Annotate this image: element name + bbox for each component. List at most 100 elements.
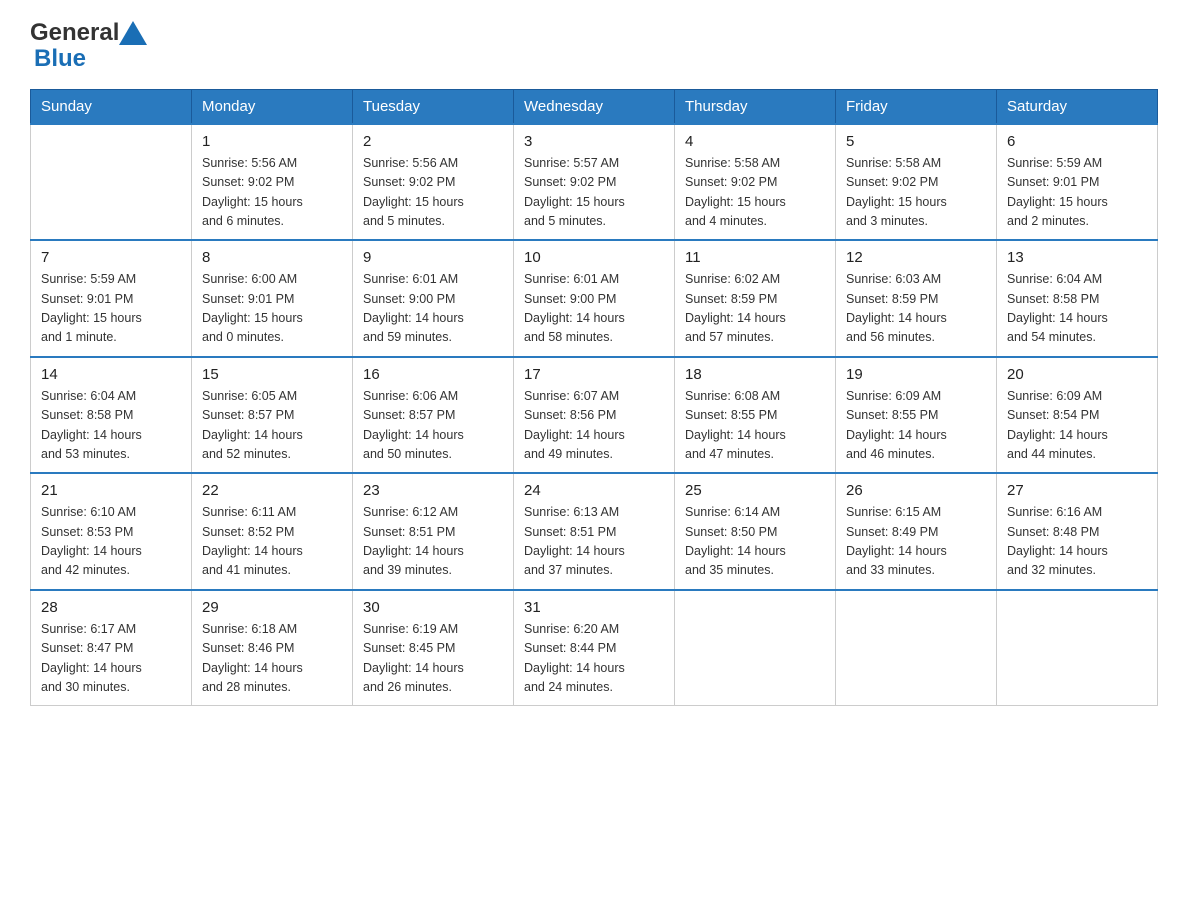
calendar-day-cell: 11 Sunrise: 6:02 AM Sunset: 8:59 PM Dayli… [675,240,836,357]
calendar-day-cell: 31Sunrise: 6:20 AM Sunset: 8:44 PM Dayli… [514,590,675,706]
day-number: 22 [202,482,342,499]
calendar-day-cell: 12 Sunrise: 6:03 AM Sunset: 8:59 PM Dayli… [836,240,997,357]
day-info: Sunrise: 6:01 AM Sunset: 9:00 PM Dayligh… [363,270,503,348]
calendar-day-cell: 26 Sunrise: 6:15 AM Sunset: 8:49 PM Dayli… [836,473,997,590]
day-number: 27 [1007,482,1147,499]
day-number: 4 [685,133,825,150]
calendar-day-header: Friday [836,89,997,124]
calendar-header-row: SundayMondayTuesdayWednesdayThursdayFrid… [31,89,1158,124]
day-info: Sunrise: 5:58 AM Sunset: 9:02 PM Dayligh… [685,154,825,232]
day-info: Sunrise: 6:02 AM Sunset: 8:59 PM Dayligh… [685,270,825,348]
day-info: Sunrise: 5:58 AM Sunset: 9:02 PM Dayligh… [846,154,986,232]
calendar-week-row: 14 Sunrise: 6:04 AM Sunset: 8:58 PM Dayli… [31,357,1158,474]
calendar-day-cell [31,124,192,241]
calendar-day-cell: 21 Sunrise: 6:10 AM Sunset: 8:53 PM Dayli… [31,473,192,590]
calendar-day-cell [997,590,1158,706]
day-number: 17 [524,366,664,383]
calendar-day-cell: 16Sunrise: 6:06 AM Sunset: 8:57 PM Dayli… [353,357,514,474]
day-number: 1 [202,133,342,150]
day-info: Sunrise: 6:10 AM Sunset: 8:53 PM Dayligh… [41,503,181,581]
day-number: 23 [363,482,503,499]
day-number: 28 [41,599,181,616]
day-number: 25 [685,482,825,499]
day-info: Sunrise: 6:12 AM Sunset: 8:51 PM Dayligh… [363,503,503,581]
calendar-day-cell: 9 Sunrise: 6:01 AM Sunset: 9:00 PM Daylig… [353,240,514,357]
day-number: 20 [1007,366,1147,383]
calendar-day-cell: 3Sunrise: 5:57 AM Sunset: 9:02 PM Daylig… [514,124,675,241]
calendar-day-cell: 2 Sunrise: 5:56 AM Sunset: 9:02 PM Daylig… [353,124,514,241]
day-number: 18 [685,366,825,383]
calendar-day-cell: 27 Sunrise: 6:16 AM Sunset: 8:48 PM Dayli… [997,473,1158,590]
day-info: Sunrise: 5:56 AM Sunset: 9:02 PM Dayligh… [363,154,503,232]
calendar-day-header: Sunday [31,89,192,124]
day-info: Sunrise: 6:06 AM Sunset: 8:57 PM Dayligh… [363,387,503,465]
day-number: 5 [846,133,986,150]
calendar-day-cell: 23 Sunrise: 6:12 AM Sunset: 8:51 PM Dayli… [353,473,514,590]
calendar-day-header: Thursday [675,89,836,124]
calendar-day-cell: 5 Sunrise: 5:58 AM Sunset: 9:02 PM Daylig… [836,124,997,241]
calendar-day-cell: 25Sunrise: 6:14 AM Sunset: 8:50 PM Dayli… [675,473,836,590]
calendar-week-row: 21 Sunrise: 6:10 AM Sunset: 8:53 PM Dayli… [31,473,1158,590]
day-info: Sunrise: 6:17 AM Sunset: 8:47 PM Dayligh… [41,620,181,698]
day-info: Sunrise: 5:59 AM Sunset: 9:01 PM Dayligh… [1007,154,1147,232]
day-info: Sunrise: 6:09 AM Sunset: 8:55 PM Dayligh… [846,387,986,465]
day-info: Sunrise: 6:07 AM Sunset: 8:56 PM Dayligh… [524,387,664,465]
day-number: 19 [846,366,986,383]
day-number: 10 [524,249,664,266]
calendar-day-cell: 1 Sunrise: 5:56 AM Sunset: 9:02 PM Daylig… [192,124,353,241]
calendar-day-cell: 4 Sunrise: 5:58 AM Sunset: 9:02 PM Daylig… [675,124,836,241]
day-number: 15 [202,366,342,383]
calendar-week-row: 7 Sunrise: 5:59 AM Sunset: 9:01 PM Daylig… [31,240,1158,357]
day-info: Sunrise: 6:08 AM Sunset: 8:55 PM Dayligh… [685,387,825,465]
day-info: Sunrise: 6:13 AM Sunset: 8:51 PM Dayligh… [524,503,664,581]
day-number: 7 [41,249,181,266]
page-header: GeneralBlue [30,20,1158,73]
calendar-week-row: 28 Sunrise: 6:17 AM Sunset: 8:47 PM Dayli… [31,590,1158,706]
calendar-day-cell: 28 Sunrise: 6:17 AM Sunset: 8:47 PM Dayli… [31,590,192,706]
day-number: 2 [363,133,503,150]
day-number: 11 [685,249,825,266]
day-number: 8 [202,249,342,266]
calendar-day-cell: 8 Sunrise: 6:00 AM Sunset: 9:01 PM Daylig… [192,240,353,357]
calendar-day-cell: 20Sunrise: 6:09 AM Sunset: 8:54 PM Dayli… [997,357,1158,474]
calendar-day-cell: 18 Sunrise: 6:08 AM Sunset: 8:55 PM Dayli… [675,357,836,474]
calendar-day-cell: 19 Sunrise: 6:09 AM Sunset: 8:55 PM Dayli… [836,357,997,474]
day-info: Sunrise: 6:15 AM Sunset: 8:49 PM Dayligh… [846,503,986,581]
calendar-day-header: Monday [192,89,353,124]
day-number: 29 [202,599,342,616]
calendar-day-cell: 14 Sunrise: 6:04 AM Sunset: 8:58 PM Dayli… [31,357,192,474]
calendar-day-header: Saturday [997,89,1158,124]
day-number: 13 [1007,249,1147,266]
calendar-day-cell: 10 Sunrise: 6:01 AM Sunset: 9:00 PM Dayli… [514,240,675,357]
calendar-day-cell: 17 Sunrise: 6:07 AM Sunset: 8:56 PM Dayli… [514,357,675,474]
day-number: 14 [41,366,181,383]
day-number: 26 [846,482,986,499]
calendar-week-row: 1 Sunrise: 5:56 AM Sunset: 9:02 PM Daylig… [31,124,1158,241]
day-info: Sunrise: 5:59 AM Sunset: 9:01 PM Dayligh… [41,270,181,348]
day-info: Sunrise: 6:04 AM Sunset: 8:58 PM Dayligh… [1007,270,1147,348]
calendar-day-cell: 30 Sunrise: 6:19 AM Sunset: 8:45 PM Dayli… [353,590,514,706]
day-info: Sunrise: 6:16 AM Sunset: 8:48 PM Dayligh… [1007,503,1147,581]
day-number: 12 [846,249,986,266]
calendar-day-cell: 22Sunrise: 6:11 AM Sunset: 8:52 PM Dayli… [192,473,353,590]
calendar-day-cell [836,590,997,706]
day-info: Sunrise: 6:04 AM Sunset: 8:58 PM Dayligh… [41,387,181,465]
day-info: Sunrise: 6:00 AM Sunset: 9:01 PM Dayligh… [202,270,342,348]
day-info: Sunrise: 5:56 AM Sunset: 9:02 PM Dayligh… [202,154,342,232]
day-info: Sunrise: 6:20 AM Sunset: 8:44 PM Dayligh… [524,620,664,698]
calendar-table: SundayMondayTuesdayWednesdayThursdayFrid… [30,89,1158,707]
day-info: Sunrise: 6:05 AM Sunset: 8:57 PM Dayligh… [202,387,342,465]
day-number: 30 [363,599,503,616]
calendar-day-header: Wednesday [514,89,675,124]
calendar-day-cell: 13 Sunrise: 6:04 AM Sunset: 8:58 PM Dayli… [997,240,1158,357]
day-number: 9 [363,249,503,266]
day-number: 6 [1007,133,1147,150]
day-number: 21 [41,482,181,499]
day-info: Sunrise: 6:01 AM Sunset: 9:00 PM Dayligh… [524,270,664,348]
day-info: Sunrise: 6:19 AM Sunset: 8:45 PM Dayligh… [363,620,503,698]
day-info: Sunrise: 6:03 AM Sunset: 8:59 PM Dayligh… [846,270,986,348]
calendar-day-cell: 15 Sunrise: 6:05 AM Sunset: 8:57 PM Dayli… [192,357,353,474]
calendar-day-header: Tuesday [353,89,514,124]
day-info: Sunrise: 5:57 AM Sunset: 9:02 PM Dayligh… [524,154,664,232]
calendar-day-cell: 29Sunrise: 6:18 AM Sunset: 8:46 PM Dayli… [192,590,353,706]
